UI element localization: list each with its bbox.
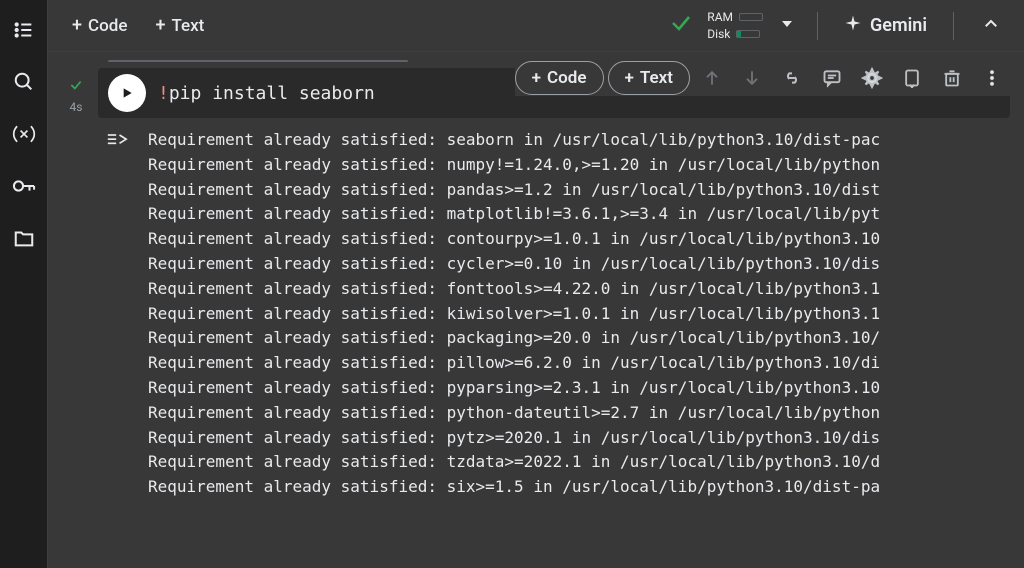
output-line: Requirement already satisfied: contourpy… bbox=[148, 227, 1010, 252]
add-text-button[interactable]: + Text bbox=[145, 10, 214, 42]
add-code-button[interactable]: + Code bbox=[62, 10, 137, 42]
insert-text-label: Text bbox=[640, 68, 673, 88]
gemini-label: Gemini bbox=[870, 15, 927, 36]
output-line: Requirement already satisfied: pandas>=1… bbox=[148, 178, 1010, 203]
insert-code-button[interactable]: + Code bbox=[515, 61, 604, 95]
search-icon[interactable] bbox=[12, 70, 36, 94]
code-body: pip install seaborn bbox=[169, 83, 375, 104]
left-sidebar bbox=[0, 0, 48, 568]
ram-bar bbox=[739, 13, 763, 21]
variables-icon[interactable] bbox=[12, 122, 36, 146]
output-line: Requirement already satisfied: pyparsing… bbox=[148, 376, 1010, 401]
divider bbox=[817, 12, 818, 40]
disk-label: Disk bbox=[707, 27, 730, 41]
output-line: Requirement already satisfied: fonttools… bbox=[148, 277, 1010, 302]
runtime-dropdown[interactable] bbox=[775, 12, 799, 39]
collapse-button[interactable] bbox=[972, 9, 1010, 43]
output-line: Requirement already satisfied: matplotli… bbox=[148, 202, 1010, 227]
output-toggle-icon[interactable] bbox=[98, 128, 136, 500]
plus-icon: + bbox=[155, 17, 165, 35]
cell-output: Requirement already satisfied: seaborn i… bbox=[148, 128, 1010, 500]
gemini-button[interactable]: Gemini bbox=[836, 10, 935, 41]
code-cell: 4s !pip install seaborn Requirement alre… bbox=[48, 62, 1024, 500]
link-icon[interactable] bbox=[774, 60, 810, 96]
files-icon[interactable] bbox=[12, 226, 36, 250]
check-icon bbox=[69, 78, 83, 96]
code-prefix: ! bbox=[158, 83, 169, 104]
disk-bar bbox=[736, 30, 760, 38]
plus-icon: + bbox=[532, 68, 541, 88]
comment-icon[interactable] bbox=[814, 60, 850, 96]
output-line: Requirement already satisfied: six>=1.5 … bbox=[148, 475, 1010, 500]
output-line: Requirement already satisfied: seaborn i… bbox=[148, 128, 1010, 153]
secrets-icon[interactable] bbox=[12, 174, 36, 198]
add-text-label: Text bbox=[171, 16, 204, 36]
execution-duration: 4s bbox=[70, 100, 83, 114]
output-line: Requirement already satisfied: tzdata>=2… bbox=[148, 450, 1010, 475]
plus-icon: + bbox=[625, 68, 634, 88]
topbar: + Code + Text RAM Disk bbox=[48, 0, 1024, 52]
move-down-icon[interactable] bbox=[734, 60, 770, 96]
sparkle-icon bbox=[844, 14, 862, 37]
output-line: Requirement already satisfied: packaging… bbox=[148, 326, 1010, 351]
output-line: Requirement already satisfied: numpy!=1.… bbox=[148, 153, 1010, 178]
toc-icon[interactable] bbox=[12, 18, 36, 42]
output-line: Requirement already satisfied: kiwisolve… bbox=[148, 302, 1010, 327]
mirror-icon[interactable] bbox=[894, 60, 930, 96]
insert-code-label: Code bbox=[547, 68, 586, 88]
more-icon[interactable] bbox=[974, 60, 1010, 96]
cell-gutter: 4s bbox=[54, 68, 98, 500]
notebook-body: + Code + Text bbox=[48, 52, 1024, 568]
main-area: + Code + Text RAM Disk bbox=[48, 0, 1024, 568]
cell-content: !pip install seaborn Requirement already… bbox=[98, 68, 1010, 500]
divider bbox=[953, 12, 954, 40]
output-line: Requirement already satisfied: pytz>=202… bbox=[148, 426, 1010, 451]
resource-indicator[interactable]: RAM Disk bbox=[707, 10, 763, 41]
output-row: Requirement already satisfied: seaborn i… bbox=[98, 118, 1010, 500]
run-button[interactable] bbox=[108, 74, 146, 112]
output-line: Requirement already satisfied: python-da… bbox=[148, 401, 1010, 426]
gear-icon[interactable] bbox=[854, 60, 890, 96]
output-line: Requirement already satisfied: pillow>=6… bbox=[148, 351, 1010, 376]
add-code-label: Code bbox=[88, 16, 127, 36]
move-up-icon[interactable] bbox=[694, 60, 730, 96]
code-editor[interactable]: !pip install seaborn bbox=[158, 83, 375, 104]
connection-ok-icon bbox=[669, 11, 693, 41]
insert-text-button[interactable]: + Text bbox=[608, 61, 691, 95]
delete-icon[interactable] bbox=[934, 60, 970, 96]
cell-toolbar: + Code + Text bbox=[515, 60, 1010, 96]
output-line: Requirement already satisfied: cycler>=0… bbox=[148, 252, 1010, 277]
ram-label: RAM bbox=[707, 10, 733, 24]
plus-icon: + bbox=[72, 17, 82, 35]
